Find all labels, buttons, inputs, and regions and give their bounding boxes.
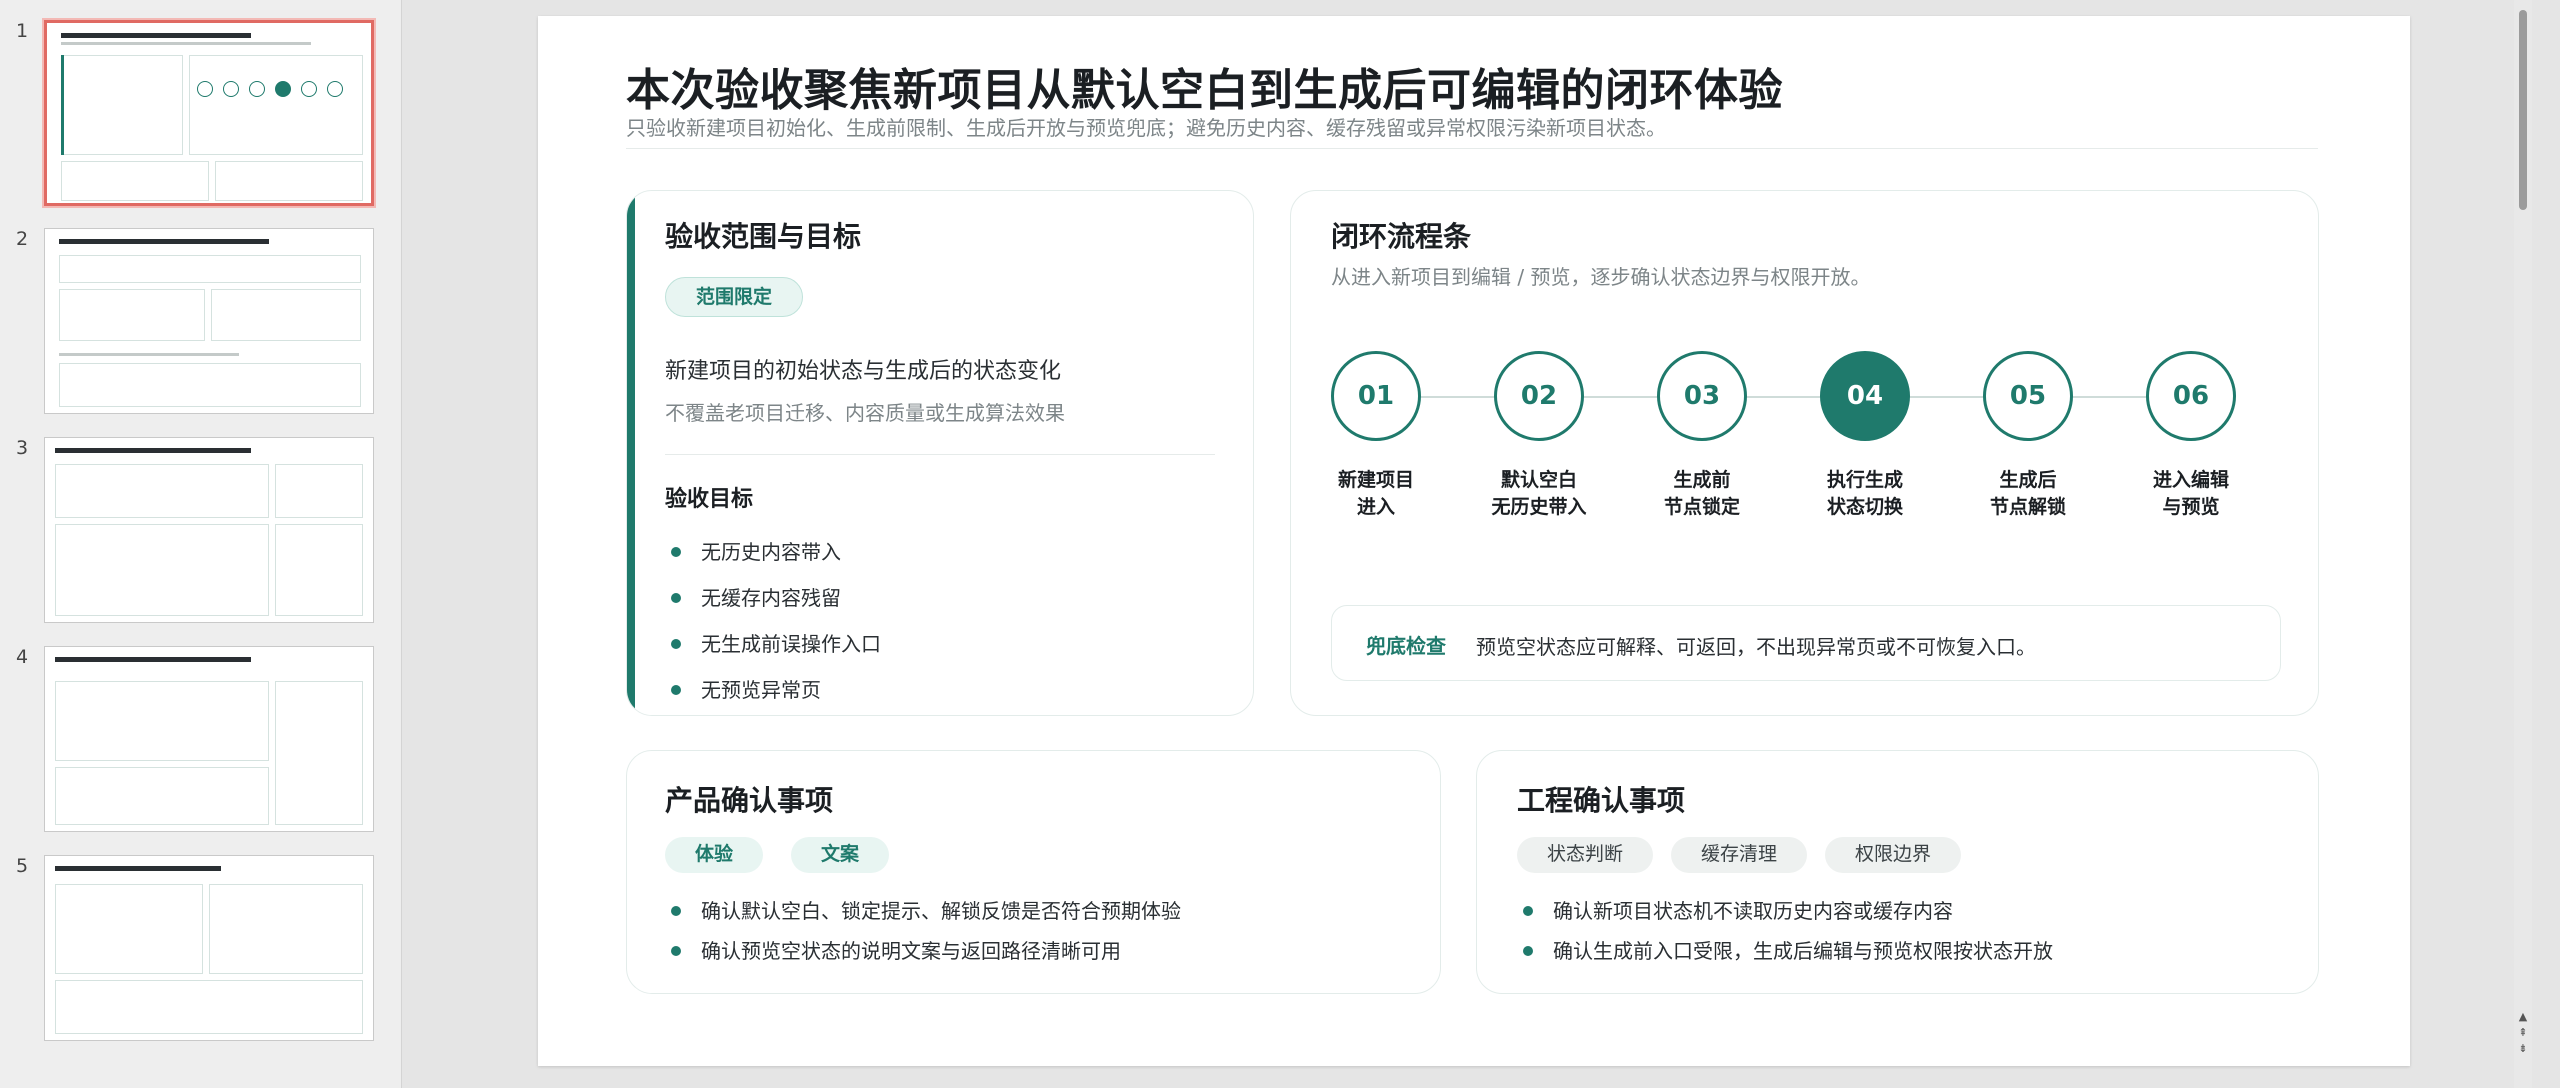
- thumbnail-preview[interactable]: [44, 228, 374, 414]
- product-items-list: 确认默认空白、锁定提示、解锁反馈是否符合预期体验 确认预览空状态的说明文案与返回…: [665, 891, 1181, 971]
- step-number-circle: 02: [1494, 351, 1584, 441]
- fallback-check-box[interactable]: 兜底检查 预览空状态应可解释、可返回，不出现异常页或不可恢复入口。: [1331, 605, 2281, 681]
- engineering-confirm-card[interactable]: 工程确认事项 状态判断 缓存清理 权限边界 确认新项目状态机不读取历史内容或缓存…: [1476, 750, 2319, 994]
- thumbnail-preview[interactable]: [44, 20, 374, 206]
- step-number-circle: 03: [1657, 351, 1747, 441]
- page-up-icon[interactable]: ⇞: [2516, 1026, 2530, 1040]
- slide-title[interactable]: 本次验收聚焦新项目从默认空白到生成后可编辑的闭环体验: [626, 54, 1783, 118]
- step-label: 执行生成 状态切换: [1826, 469, 1903, 518]
- flow-step-05[interactable]: 05 生成后 节点解锁: [1963, 351, 2093, 521]
- bullet-dot-icon: [671, 593, 681, 603]
- product-card-title[interactable]: 产品确认事项: [665, 779, 833, 819]
- step-label: 默认空白 无历史带入: [1491, 469, 1587, 518]
- engineering-card-title[interactable]: 工程确认事项: [1517, 779, 1685, 819]
- slide-thumbnail-pane[interactable]: 1 2 3 4 5: [0, 0, 402, 1088]
- eng-tag-state[interactable]: 状态判断: [1517, 837, 1654, 873]
- flow-card[interactable]: 闭环流程条 从进入新项目到编辑 / 预览，逐步确认状态边界与权限开放。 01 新…: [1290, 190, 2319, 716]
- goals-list: 无历史内容带入 无缓存内容残留 无生成前误操作入口 无预览异常页: [665, 529, 881, 713]
- vertical-scrollbar[interactable]: ▲ ⇞ ⇟: [2514, 0, 2532, 1088]
- engineering-items-list: 确认新项目状态机不读取历史内容或缓存内容 确认生成前入口受限，生成后编辑与预览权…: [1517, 891, 2053, 971]
- page-down-icon[interactable]: ⇟: [2516, 1042, 2530, 1056]
- eng-tag-cache[interactable]: 缓存清理: [1671, 837, 1808, 873]
- thumbnail-number: 1: [16, 20, 29, 42]
- thumbnail-preview[interactable]: [44, 646, 374, 832]
- thumbnail-number: 3: [16, 437, 29, 459]
- thumbnail-number: 2: [16, 228, 29, 250]
- bullet-dot-icon: [1523, 946, 1533, 956]
- step-number-circle: 04: [1820, 351, 1910, 441]
- thumbnail-preview[interactable]: [44, 437, 374, 623]
- product-tag-copy[interactable]: 文案: [791, 837, 890, 873]
- list-item[interactable]: 确认默认空白、锁定提示、解锁反馈是否符合预期体验: [665, 891, 1181, 931]
- slide-thumbnail-1[interactable]: 1: [0, 20, 402, 210]
- list-item[interactable]: 确认生成前入口受限，生成后编辑与预览权限按状态开放: [1517, 931, 2053, 971]
- flow-card-subtitle[interactable]: 从进入新项目到编辑 / 预览，逐步确认状态边界与权限开放。: [1331, 261, 1870, 290]
- product-confirm-card[interactable]: 产品确认事项 体验 文案 确认默认空白、锁定提示、解锁反馈是否符合预期体验 确认…: [626, 750, 1441, 994]
- eng-tag-permission[interactable]: 权限边界: [1825, 837, 1962, 873]
- product-tag-experience[interactable]: 体验: [665, 837, 764, 873]
- list-item[interactable]: 确认预览空状态的说明文案与返回路径清晰可用: [665, 931, 1181, 971]
- list-item[interactable]: 无生成前误操作入口: [665, 621, 881, 667]
- bullet-dot-icon: [1523, 906, 1533, 916]
- flow-step-03[interactable]: 03 生成前 节点锁定: [1637, 351, 1767, 521]
- scope-pill[interactable]: 范围限定: [665, 277, 804, 317]
- scope-card-title[interactable]: 验收范围与目标: [665, 215, 861, 255]
- step-number-circle: 01: [1331, 351, 1421, 441]
- slide-editing-canvas[interactable]: 本次验收聚焦新项目从默认空白到生成后可编辑的闭环体验 只验收新建项目初始化、生成…: [404, 0, 2532, 1088]
- accent-bar: [627, 191, 635, 715]
- step-number-circle: 06: [2146, 351, 2236, 441]
- bullet-dot-icon: [671, 946, 681, 956]
- bullet-dot-icon: [671, 685, 681, 695]
- scope-exclusion-note[interactable]: 不覆盖老项目迁移、内容质量或生成算法效果: [665, 397, 1065, 426]
- slide-thumbnail-5[interactable]: 5: [0, 855, 402, 1045]
- bullet-dot-icon: [671, 547, 681, 557]
- fallback-label: 兜底检查: [1366, 634, 1446, 658]
- thumbnail-preview[interactable]: [44, 855, 374, 1041]
- current-slide[interactable]: 本次验收聚焦新项目从默认空白到生成后可编辑的闭环体验 只验收新建项目初始化、生成…: [538, 16, 2410, 1066]
- fallback-text: 预览空状态应可解释、可返回，不出现异常页或不可恢复入口。: [1476, 635, 2036, 659]
- presentation-app: 1 2 3 4 5 本次验收聚焦新项目从默认空白到生成后可编辑的闭环体验 只验收…: [0, 0, 2560, 1088]
- scroll-up-icon[interactable]: ▲: [2516, 1010, 2530, 1024]
- scope-goal-card[interactable]: 验收范围与目标 范围限定 新建项目的初始状态与生成后的状态变化 不覆盖老项目迁移…: [626, 190, 1254, 716]
- list-item[interactable]: 无预览异常页: [665, 667, 881, 713]
- step-label: 新建项目 进入: [1337, 469, 1414, 518]
- goals-heading[interactable]: 验收目标: [665, 481, 753, 513]
- bullet-dot-icon: [671, 906, 681, 916]
- thumbnail-number: 4: [16, 646, 29, 668]
- flow-step-04-active[interactable]: 04 执行生成 状态切换: [1800, 351, 1930, 521]
- flow-step-02[interactable]: 02 默认空白 无历史带入: [1474, 351, 1604, 521]
- flow-step-01[interactable]: 01 新建项目 进入: [1311, 351, 1441, 521]
- step-label: 生成前 节点锁定: [1663, 469, 1740, 518]
- scope-statement[interactable]: 新建项目的初始状态与生成后的状态变化: [665, 353, 1061, 385]
- slide-thumbnail-3[interactable]: 3: [0, 437, 402, 627]
- slide-subtitle[interactable]: 只验收新建项目初始化、生成前限制、生成后开放与预览兜底；避免历史内容、缓存残留或…: [626, 112, 1666, 141]
- flow-step-06[interactable]: 06 进入编辑 与预览: [2126, 351, 2256, 521]
- slide-thumbnail-4[interactable]: 4: [0, 646, 402, 836]
- step-label: 进入编辑 与预览: [2152, 469, 2229, 518]
- list-item[interactable]: 无缓存内容残留: [665, 575, 881, 621]
- list-item[interactable]: 无历史内容带入: [665, 529, 881, 575]
- scrollbar-thumb[interactable]: [2519, 10, 2527, 210]
- flow-card-title[interactable]: 闭环流程条: [1331, 215, 1471, 255]
- step-label: 生成后 节点解锁: [1989, 469, 2066, 518]
- list-item[interactable]: 确认新项目状态机不读取历史内容或缓存内容: [1517, 891, 2053, 931]
- scope-divider: [665, 454, 1215, 455]
- bullet-dot-icon: [671, 639, 681, 649]
- step-number-circle: 05: [1983, 351, 2073, 441]
- thumbnail-number: 5: [16, 855, 29, 877]
- slide-thumbnail-2[interactable]: 2: [0, 228, 402, 418]
- title-divider: [626, 148, 2318, 149]
